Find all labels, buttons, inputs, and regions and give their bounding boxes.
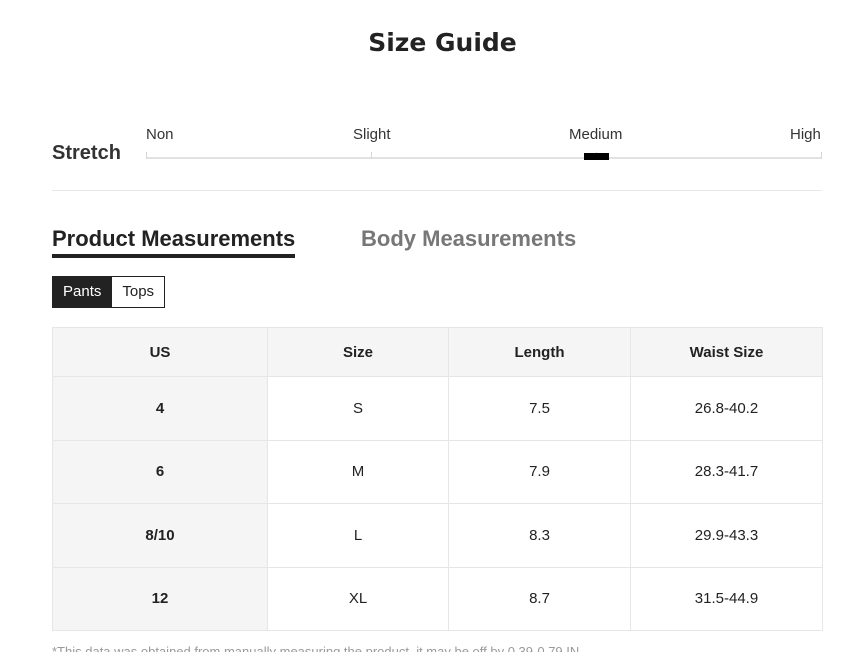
- cell-us: 6: [52, 439, 268, 504]
- tops-button[interactable]: Tops: [112, 276, 166, 308]
- stretch-level-medium: Medium: [569, 126, 623, 143]
- section-divider: [52, 190, 822, 191]
- column-header-us: US: [52, 327, 268, 377]
- stretch-label: Stretch: [52, 142, 121, 164]
- column-header-size: Size: [267, 327, 449, 377]
- stretch-level-non: Non: [146, 126, 174, 143]
- cell-waist-size: 28.3-41.7: [630, 439, 823, 504]
- table-row: 4 S 7.5 26.8-40.2: [52, 376, 823, 441]
- cell-size: M: [267, 439, 449, 504]
- cell-waist-size: 29.9-43.3: [630, 503, 823, 568]
- stretch-tick-high: [821, 152, 822, 159]
- pants-button[interactable]: Pants: [52, 276, 113, 308]
- cell-length: 8.7: [448, 566, 631, 631]
- stretch-tick-slight: [371, 152, 372, 159]
- cell-size: S: [267, 376, 449, 441]
- stretch-section: Stretch Non Slight Medium High: [52, 120, 822, 180]
- stretch-scale-line: [146, 157, 822, 159]
- stretch-tick-non: [146, 152, 147, 159]
- table-row: 6 M 7.9 28.3-41.7: [52, 439, 823, 504]
- table-header-row: US Size Length Waist Size: [52, 327, 823, 377]
- table-row: 8/10 L 8.3 29.9-43.3: [52, 503, 823, 568]
- cell-us: 12: [52, 566, 268, 631]
- stretch-level-high: High: [790, 126, 821, 143]
- column-header-length: Length: [448, 327, 631, 377]
- stretch-scale: Non Slight Medium High: [146, 120, 822, 180]
- category-toggle: Pants Tops: [52, 276, 166, 308]
- tab-product-measurements[interactable]: Product Measurements: [52, 226, 296, 258]
- measurements-table: US Size Length Waist Size 4 S 7.5 26.8-4…: [52, 327, 823, 631]
- table-row: 12 XL 8.7 31.5-44.9: [52, 566, 823, 631]
- cell-size: L: [267, 503, 449, 568]
- page-title: Size Guide: [368, 28, 517, 57]
- cell-length: 7.5: [448, 376, 631, 441]
- stretch-level-slight: Slight: [353, 126, 391, 143]
- cell-length: 8.3: [448, 503, 631, 568]
- cell-length: 7.9: [448, 439, 631, 504]
- stretch-selected-marker: [584, 153, 609, 160]
- cell-us: 4: [52, 376, 268, 441]
- column-header-waist-size: Waist Size: [630, 327, 823, 377]
- cell-size: XL: [267, 566, 449, 631]
- cell-us: 8/10: [52, 503, 268, 568]
- measurement-footnote: *This data was obtained from manually me…: [52, 644, 583, 652]
- cell-waist-size: 31.5-44.9: [630, 566, 823, 631]
- cell-waist-size: 26.8-40.2: [630, 376, 823, 441]
- tab-body-measurements[interactable]: Body Measurements: [361, 226, 576, 252]
